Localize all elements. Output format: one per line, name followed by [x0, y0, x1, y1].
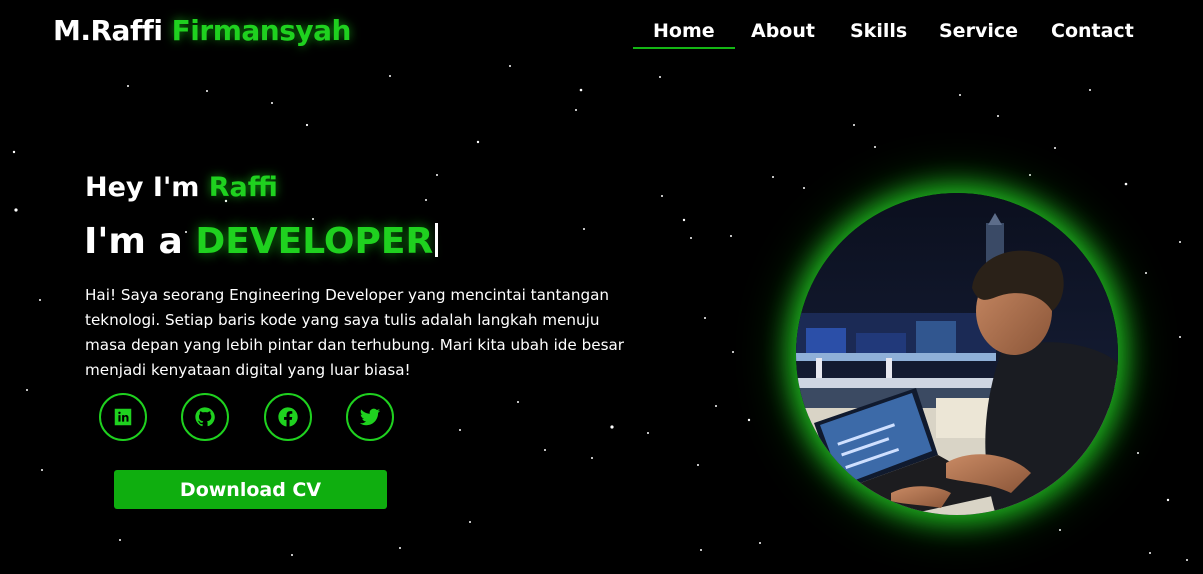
- github-link[interactable]: [181, 393, 229, 441]
- logo-first-name: M.Raffi: [53, 14, 163, 47]
- twitter-link[interactable]: [346, 393, 394, 441]
- nav-home[interactable]: Home: [633, 20, 735, 49]
- linkedin-link[interactable]: [99, 393, 147, 441]
- nav-skills[interactable]: Skills: [850, 20, 907, 46]
- typing-cursor: [435, 223, 439, 257]
- nav-about[interactable]: About: [751, 20, 815, 46]
- github-icon: [195, 407, 215, 427]
- hero-greeting: Hey I'm Raffi: [85, 172, 278, 203]
- hero-bio: Hai! Saya seorang Engineering Developer …: [85, 286, 625, 379]
- facebook-icon: [278, 407, 298, 427]
- role-prefix: I'm a: [84, 221, 183, 262]
- profile-photo: [796, 193, 1118, 515]
- nav-service[interactable]: Service: [939, 20, 1018, 46]
- profile-photo-illustration: [796, 193, 1118, 515]
- role-word: DEVELOPER: [195, 221, 434, 262]
- facebook-link[interactable]: [264, 393, 312, 441]
- linkedin-icon: [114, 408, 132, 426]
- logo-last-name: Firmansyah: [171, 14, 352, 47]
- greeting-prefix: Hey I'm: [85, 172, 200, 203]
- twitter-icon: [359, 408, 381, 426]
- site-logo[interactable]: M.Raffi Firmansyah: [53, 14, 351, 47]
- hero-role: I'm a DEVELOPER: [84, 221, 439, 262]
- nav-contact[interactable]: Contact: [1051, 20, 1134, 46]
- greeting-name: Raffi: [208, 172, 278, 203]
- download-cv-button[interactable]: Download CV: [114, 470, 387, 509]
